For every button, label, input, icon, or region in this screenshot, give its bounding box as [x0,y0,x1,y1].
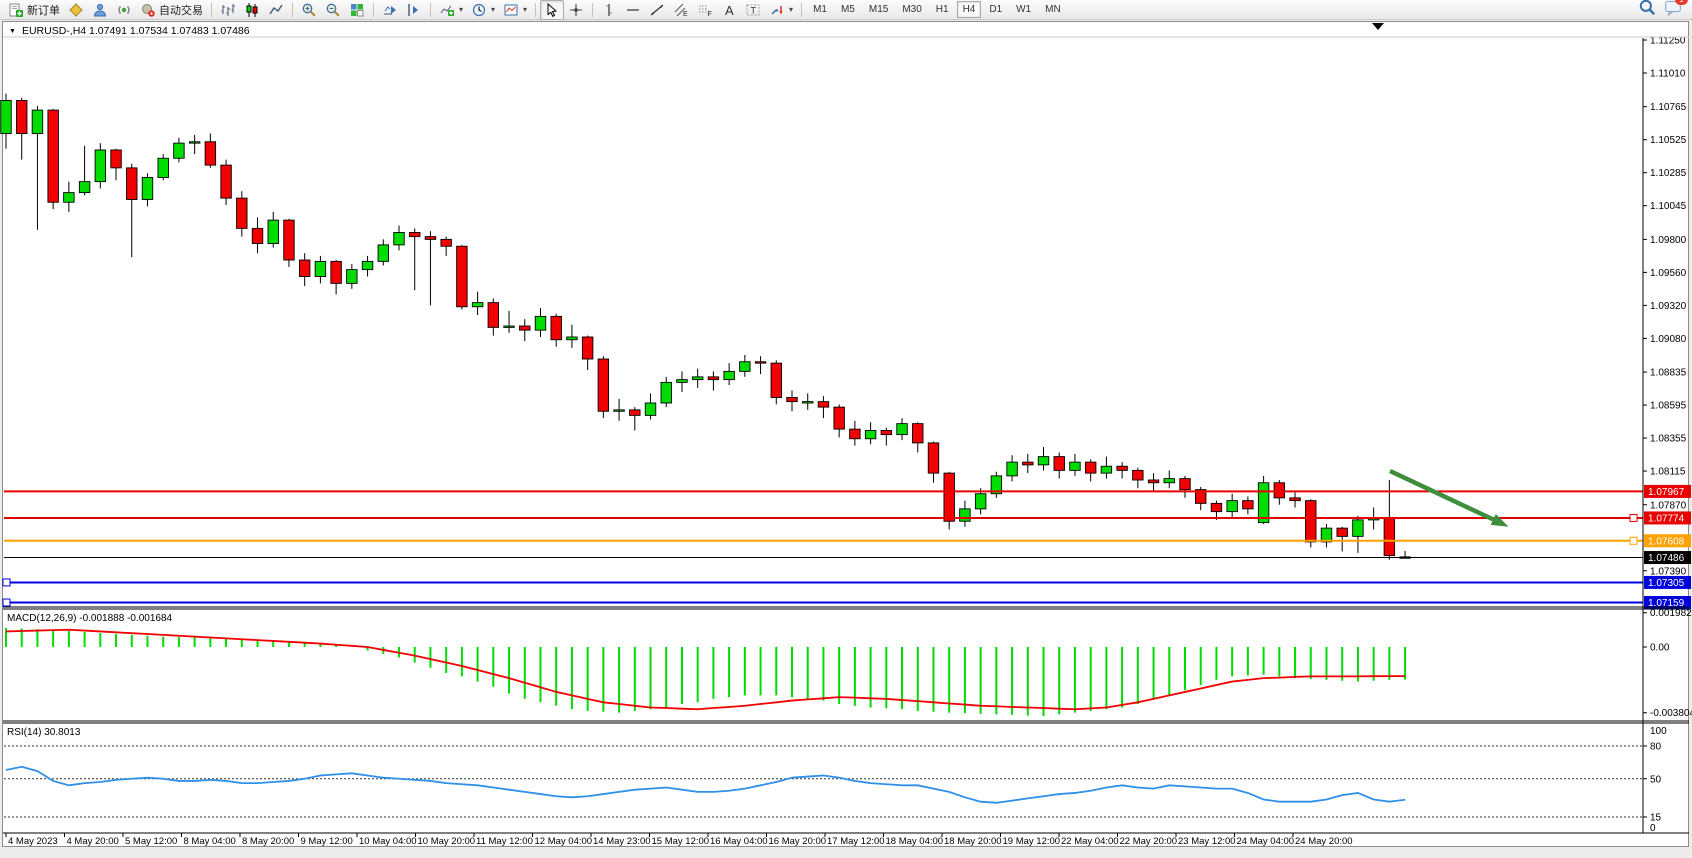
svg-text:8 May 04:00: 8 May 04:00 [184,836,236,847]
price-pane[interactable] [1,94,1643,606]
svg-text:1.07967: 1.07967 [1648,487,1685,498]
hline-1.07774[interactable] [4,514,1643,521]
svg-text:1.08355: 1.08355 [1650,434,1687,445]
svg-text:15 May 12:00: 15 May 12:00 [652,836,710,847]
svg-text:12 May 04:00: 12 May 04:00 [535,836,593,847]
svg-text:1.07774: 1.07774 [1648,513,1685,524]
hline-1.07305[interactable] [3,579,1643,586]
svg-text:0.00: 0.00 [1650,643,1670,654]
time-axis: 4 May 2023 4 May 20:00 5 May 12:00 8 May 04… [6,833,1353,847]
svg-text:1.07486: 1.07486 [1648,553,1685,564]
svg-text:14 May 23:00: 14 May 23:00 [593,836,651,847]
trading-platform: { "toolbar": { "new_order_label": "新订单",… [0,0,1692,858]
hline-1.07159[interactable] [3,599,1643,606]
axes: 1.079671.077741.076081.074861.073051.071… [3,36,1692,835]
hline-1.07608[interactable] [4,537,1643,544]
rsi-label: RSI(14) 30.8013 [7,727,81,738]
rsi-line [6,767,1405,803]
svg-text:1.09320: 1.09320 [1650,301,1687,312]
svg-text:16 May 20:00: 16 May 20:00 [769,836,827,847]
svg-text:100: 100 [1650,726,1667,737]
macd-label: MACD(12,26,9) -0.001888 -0.001684 [7,613,173,624]
svg-text:9 May 12:00: 9 May 12:00 [301,836,353,847]
svg-text:10 May 20:00: 10 May 20:00 [418,836,476,847]
svg-text:80: 80 [1650,742,1662,753]
svg-text:24 May 20:00: 24 May 20:00 [1295,836,1353,847]
svg-text:0.001982: 0.001982 [1650,608,1692,619]
svg-text:1.07870: 1.07870 [1650,500,1687,511]
svg-text:4 May 20:00: 4 May 20:00 [67,836,119,847]
macd-pane[interactable]: MACD(12,26,9) -0.001888 -0.001684 [6,613,1405,716]
svg-text:10 May 04:00: 10 May 04:00 [359,836,417,847]
bar-marker-icon[interactable] [1372,23,1384,30]
svg-text:11 May 12:00: 11 May 12:00 [476,836,533,847]
svg-text:1.07390: 1.07390 [1650,566,1687,577]
macd-signal-line [6,630,1405,710]
svg-text:24 May 04:00: 24 May 04:00 [1237,836,1295,847]
svg-text:18 May 04:00: 18 May 04:00 [886,836,944,847]
svg-text:22 May 04:00: 22 May 04:00 [1061,836,1119,847]
chevron-down-icon[interactable]: ▼ [9,28,16,35]
svg-text:1.10525: 1.10525 [1650,135,1687,146]
price-chart[interactable]: MACD(12,26,9) -0.001888 -0.001684 RSI(14)… [0,0,1692,858]
svg-text:23 May 12:00: 23 May 12:00 [1178,836,1236,847]
svg-text:15: 15 [1650,812,1662,823]
svg-text:17 May 12:00: 17 May 12:00 [827,836,885,847]
rsi-pane[interactable]: RSI(14) 30.8013 [4,727,1643,817]
svg-text:50: 50 [1650,774,1662,785]
svg-text:1.09560: 1.09560 [1650,268,1687,279]
candlestick-series [1,94,1411,560]
chart-title-bar: ▼ EURUSD-,H4 1.07491 1.07534 1.07483 1.0… [9,25,250,37]
svg-text:4 May 2023: 4 May 2023 [8,836,58,847]
svg-text:16 May 04:00: 16 May 04:00 [710,836,768,847]
svg-text:1.09800: 1.09800 [1650,235,1687,246]
svg-text:1.11010: 1.11010 [1650,69,1686,80]
svg-text:1.10765: 1.10765 [1650,102,1687,113]
svg-text:1.09080: 1.09080 [1650,334,1687,345]
svg-text:22 May 20:00: 22 May 20:00 [1120,836,1178,847]
chart-title: EURUSD-,H4 1.07491 1.07534 1.07483 1.074… [22,25,250,37]
svg-text:5 May 12:00: 5 May 12:00 [125,836,177,847]
svg-text:1.10285: 1.10285 [1650,168,1687,179]
svg-text:1.08835: 1.08835 [1650,368,1687,379]
svg-text:1.07608: 1.07608 [1648,536,1685,547]
svg-text:8 May 20:00: 8 May 20:00 [242,836,294,847]
svg-text:18 May 20:00: 18 May 20:00 [944,836,1002,847]
svg-text:1.08595: 1.08595 [1650,401,1687,412]
svg-text:0: 0 [1650,823,1656,834]
svg-text:1.08115: 1.08115 [1650,467,1686,478]
svg-text:-0.003804: -0.003804 [1650,708,1692,719]
svg-text:1.10045: 1.10045 [1650,201,1687,212]
svg-text:1.07305: 1.07305 [1648,578,1685,589]
svg-text:19 May 12:00: 19 May 12:00 [1003,836,1061,847]
